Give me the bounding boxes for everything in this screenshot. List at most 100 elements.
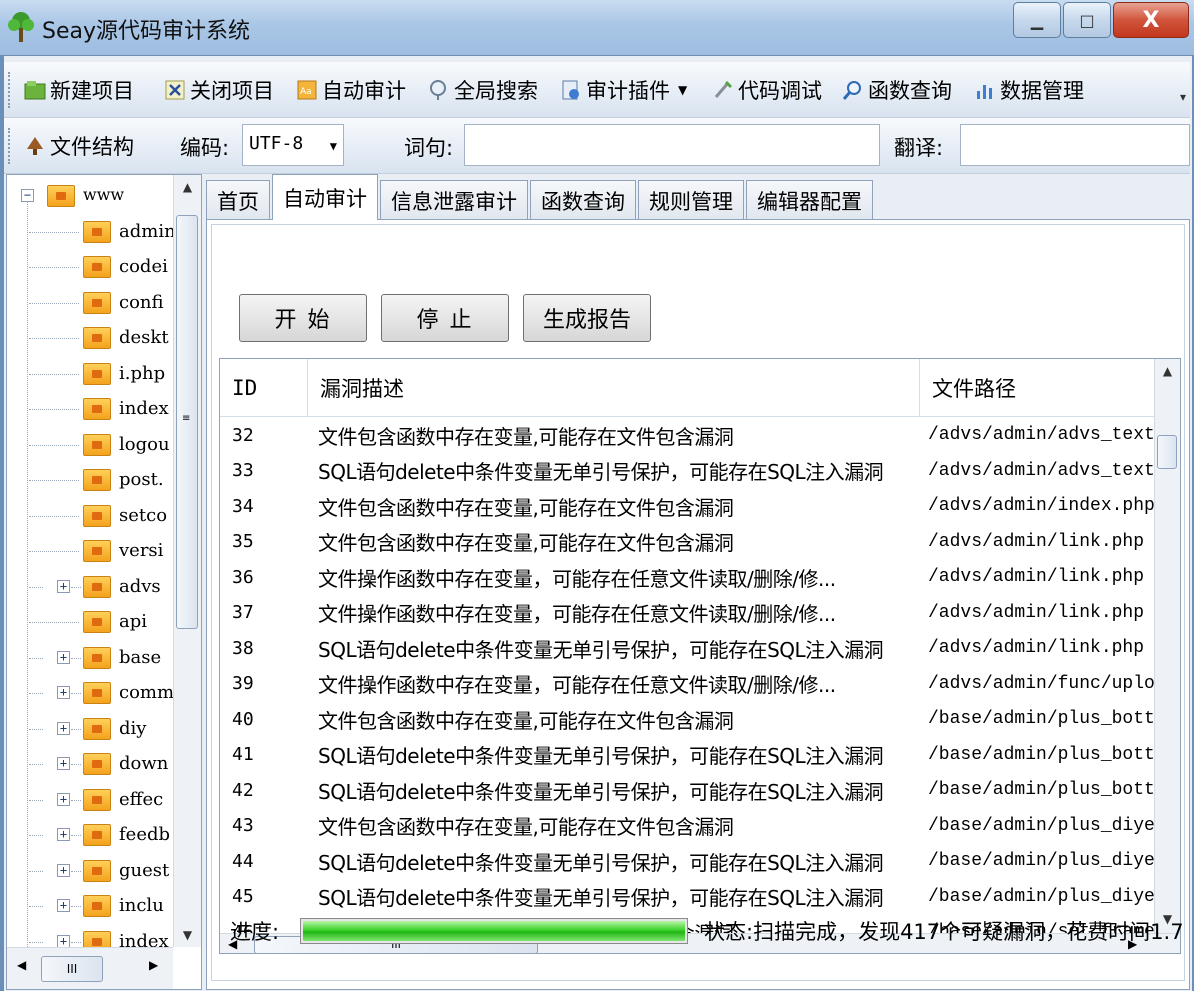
tree-folder[interactable]: + advs	[7, 570, 173, 604]
auto-audit-button[interactable]: Aa 自动审计	[296, 72, 406, 108]
folder-icon	[83, 327, 111, 349]
tree-connector	[29, 338, 79, 339]
column-header-path[interactable]: 文件路径	[920, 359, 1154, 417]
column-header-description[interactable]: 漏洞描述	[308, 359, 920, 417]
tree-file[interactable]: post.	[7, 463, 173, 497]
tab-0[interactable]: 首页	[206, 180, 270, 220]
table-row[interactable]: 39 文件操作函数中存在变量，可能存在任意文件读取/删除/修... /advs/ad…	[220, 666, 1154, 702]
tree-folder[interactable]: + inclu	[7, 889, 173, 923]
expand-icon[interactable]: +	[57, 899, 70, 912]
scroll-up-icon[interactable]: ▲	[174, 175, 201, 199]
expand-icon[interactable]: +	[57, 721, 70, 735]
tree-label: logou	[119, 433, 170, 455]
table-row[interactable]: 43 文件包含函数中存在变量,可能存在文件包含漏洞/base/admin/plus…	[220, 808, 1154, 844]
table-row[interactable]: 34 文件包含函数中存在变量,可能存在文件包含漏洞/advs/admin/inde…	[220, 488, 1154, 524]
tree-vertical-scrollbar[interactable]: ▲ ≡ ▼	[173, 175, 201, 947]
tree-file[interactable]: index	[7, 392, 173, 426]
close-button[interactable]: X	[1113, 2, 1189, 38]
table-row[interactable]: 42 SQL语句delete中条件变量无单引号保护，可能存在SQL注入漏洞/bas…	[220, 772, 1154, 808]
tab-5[interactable]: 编辑器配置	[746, 180, 873, 220]
tree-file[interactable]: versi	[7, 534, 173, 568]
expand-icon[interactable]: +	[57, 934, 70, 947]
expand-icon[interactable]: +	[57, 650, 70, 664]
table-scroll-thumb[interactable]	[1157, 435, 1177, 469]
tree-file[interactable]: setco	[7, 499, 173, 533]
table-row[interactable]: 32 文件包含函数中存在变量,可能存在文件包含漏洞/advs/admin/advs…	[220, 417, 1154, 453]
word-input[interactable]	[464, 124, 880, 166]
scroll-left-icon[interactable]: ◀	[17, 958, 26, 972]
toolbar-grip[interactable]	[8, 72, 12, 108]
table-row[interactable]: 37 文件操作函数中存在变量，可能存在任意文件读取/删除/修... /advs/ad…	[220, 595, 1154, 631]
tree-file[interactable]: deskt	[7, 321, 173, 355]
close-project-button[interactable]: 关闭项目	[164, 72, 274, 108]
tree-folder[interactable]: + effec	[7, 783, 173, 817]
expand-icon[interactable]: +	[57, 579, 70, 593]
generate-report-button[interactable]: 生成报告	[523, 294, 651, 342]
tree-root[interactable]: − www	[7, 179, 173, 213]
scroll-down-icon[interactable]: ▼	[174, 923, 201, 947]
tab-4[interactable]: 规则管理	[638, 180, 744, 220]
file-structure-button[interactable]: 文件结构	[24, 128, 134, 164]
tree-folder[interactable]: + down	[7, 747, 173, 781]
folder-icon	[47, 185, 75, 207]
folder-icon	[83, 717, 111, 740]
tree-file[interactable]: admin	[7, 215, 173, 249]
folder-icon	[83, 575, 111, 598]
column-header-id[interactable]: ID	[220, 359, 308, 417]
tree-folder[interactable]: + base	[7, 641, 173, 675]
encoding-select[interactable]: UTF-8 ▼	[242, 124, 344, 166]
audit-plugin-button[interactable]: 审计插件 ▼	[560, 72, 687, 108]
expand-icon[interactable]: +	[57, 863, 70, 877]
folder-icon	[83, 433, 111, 456]
tree-folder[interactable]: + comme	[7, 676, 173, 710]
function-query-button[interactable]: 函数查询	[842, 72, 952, 108]
maximize-icon: □	[1079, 10, 1095, 30]
tree-folder[interactable]: + feedb	[7, 818, 173, 852]
expand-icon[interactable]: +	[57, 828, 70, 841]
minimize-button[interactable]: ▁	[1013, 2, 1061, 38]
tab-1[interactable]: 自动审计	[272, 174, 378, 220]
data-manage-button[interactable]: 数据管理	[974, 72, 1084, 108]
toolbar-overflow-button[interactable]: ▾	[1180, 90, 1186, 104]
tree-scroll-thumb[interactable]: ≡	[176, 215, 198, 629]
tree-file[interactable]: i.php	[7, 357, 173, 391]
tab-2[interactable]: 信息泄露审计	[380, 180, 528, 220]
translate-input[interactable]	[960, 124, 1190, 166]
tree-connector	[29, 657, 43, 659]
tree-folder[interactable]: + diy	[7, 712, 173, 746]
chevron-down-icon: ▼	[329, 139, 337, 153]
table-row[interactable]: 40 文件包含函数中存在变量,可能存在文件包含漏洞/base/admin/plus…	[220, 701, 1154, 737]
table-row[interactable]: 38 SQL语句delete中条件变量无单引号保护，可能存在SQL注入漏洞/adv…	[220, 630, 1154, 666]
table-row[interactable]: 33 SQL语句delete中条件变量无单引号保护，可能存在SQL注入漏洞/adv…	[220, 453, 1154, 489]
tree-folder[interactable]: + guest	[7, 854, 173, 888]
table-row[interactable]: 45 SQL语句delete中条件变量无单引号保护，可能存在SQL注入漏洞/bas…	[220, 879, 1154, 915]
expand-icon[interactable]: +	[57, 686, 70, 699]
table-row[interactable]: 41 SQL语句delete中条件变量无单引号保护，可能存在SQL注入漏洞/bas…	[220, 737, 1154, 773]
expand-icon[interactable]: +	[57, 792, 70, 806]
table-vertical-scrollbar[interactable]: ▲ ▼	[1154, 359, 1180, 933]
table-row[interactable]: 44 SQL语句delete中条件变量无单引号保护，可能存在SQL注入漏洞/bas…	[220, 843, 1154, 879]
stop-button[interactable]: 停 止	[381, 294, 509, 342]
tree-file[interactable]: confi	[7, 286, 173, 320]
tree-folder[interactable]: + index	[7, 925, 173, 947]
global-search-button[interactable]: 全局搜索	[428, 72, 538, 108]
toolbar-grip[interactable]	[8, 128, 12, 164]
start-button[interactable]: 开 始	[239, 294, 367, 342]
tree-horizontal-scrollbar[interactable]: ◀ III ▶	[7, 947, 173, 989]
folder-icon	[83, 291, 111, 314]
cell-id: 45	[232, 886, 254, 907]
tree-file[interactable]: api	[7, 605, 173, 639]
new-project-button[interactable]: 新建项目	[24, 72, 134, 108]
tree-file[interactable]: codei	[7, 250, 173, 284]
scroll-right-icon[interactable]: ▶	[149, 958, 158, 972]
table-row[interactable]: 35 文件包含函数中存在变量,可能存在文件包含漏洞/advs/admin/link…	[220, 524, 1154, 560]
tab-3[interactable]: 函数查询	[530, 180, 636, 220]
tree-file[interactable]: logou	[7, 428, 173, 462]
scroll-up-icon[interactable]: ▲	[1155, 359, 1180, 383]
word-label: 词句:	[404, 136, 454, 160]
table-row[interactable]: 36 文件操作函数中存在变量，可能存在任意文件读取/删除/修... /advs/ad…	[220, 559, 1154, 595]
maximize-button[interactable]: □	[1063, 2, 1111, 38]
code-debug-button[interactable]: 代码调试	[712, 72, 822, 108]
tree-hscroll-thumb[interactable]: III	[41, 956, 103, 982]
expand-icon[interactable]: +	[57, 757, 70, 770]
